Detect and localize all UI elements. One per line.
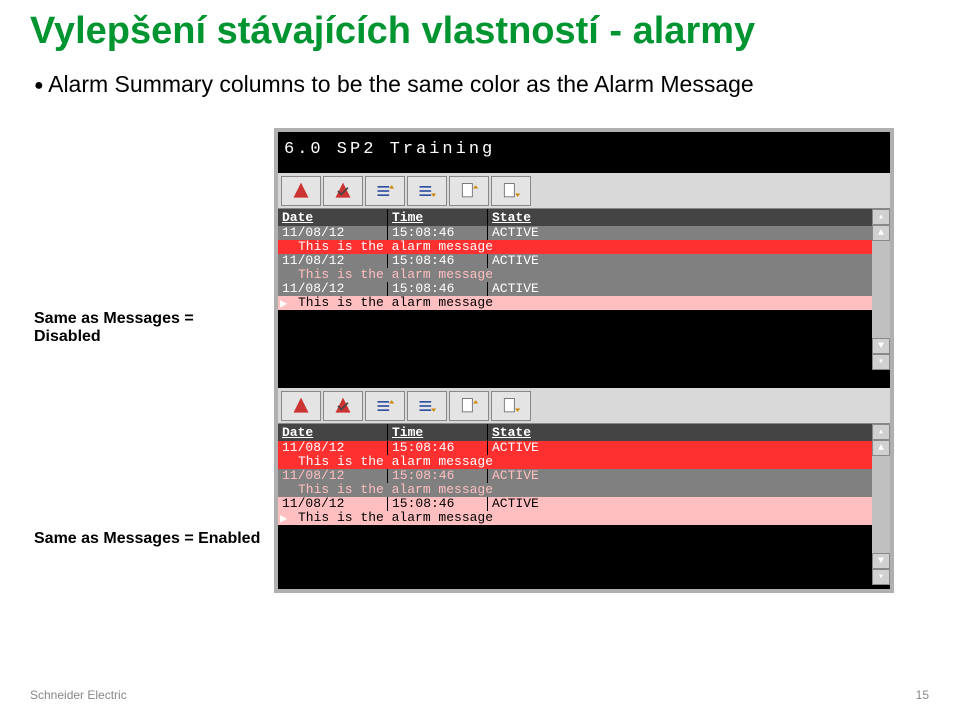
- alarm-message: This is the alarm message: [278, 296, 890, 310]
- empty-area: [278, 525, 890, 585]
- page-up-icon[interactable]: [449, 176, 489, 206]
- page-title: Vylepšení stávajících vlastností - alarm…: [30, 10, 929, 53]
- cell-time: 15:08:46: [388, 441, 488, 455]
- cell-state: ACTIVE: [488, 226, 890, 240]
- footer-page: 15: [916, 688, 929, 702]
- table-row[interactable]: 11/08/1215:08:46ACTIVE: [278, 469, 890, 483]
- col-state: State: [488, 209, 890, 226]
- table-row[interactable]: 11/08/1215:08:46ACTIVE: [278, 441, 890, 455]
- col-time: Time: [388, 209, 488, 226]
- empty-area: [278, 310, 890, 370]
- col-date: Date: [278, 424, 388, 441]
- terminal-title: 6.0 SP2 Training: [278, 132, 890, 173]
- cursor-icon: ▶: [280, 511, 287, 526]
- label-disabled: Same as Messages = Disabled: [34, 310, 274, 346]
- col-time: Time: [388, 424, 488, 441]
- alarm-table-enabled: Date Time State 11/08/1215:08:46ACTIVETh…: [278, 424, 890, 585]
- footer-company: Schneider Electric: [30, 688, 127, 702]
- cell-date: 11/08/12: [278, 497, 388, 511]
- cell-time: 15:08:46: [388, 469, 488, 483]
- col-state: State: [488, 424, 890, 441]
- list-up-icon[interactable]: [365, 391, 405, 421]
- cell-date: 11/08/12: [278, 441, 388, 455]
- alarm-message: This is the alarm message: [278, 240, 890, 254]
- table-row[interactable]: 11/08/1215:08:46ACTIVE: [278, 226, 890, 240]
- alarm-message: This is the alarm message: [278, 455, 890, 469]
- cursor-icon: ▶: [280, 296, 287, 311]
- cell-state: ACTIVE: [488, 254, 890, 268]
- toolbar-enabled: [278, 388, 890, 424]
- cell-state: ACTIVE: [488, 469, 890, 483]
- scroll-top-icon[interactable]: ▴: [872, 424, 890, 440]
- cell-time: 15:08:46: [388, 497, 488, 511]
- scrollbar[interactable]: ▴ ▲ ▼ ▾: [872, 209, 890, 370]
- cell-state: ACTIVE: [488, 282, 890, 296]
- scroll-bottom-icon[interactable]: ▾: [872, 569, 890, 585]
- table-header: Date Time State: [278, 424, 890, 441]
- toolbar-disabled: [278, 173, 890, 209]
- alarm-message: This is the alarm message: [278, 268, 890, 282]
- bell-ack-icon[interactable]: [323, 391, 363, 421]
- list-down-icon[interactable]: [407, 176, 447, 206]
- bell-ack-icon[interactable]: [323, 176, 363, 206]
- cell-time: 15:08:46: [388, 226, 488, 240]
- cell-date: 11/08/12: [278, 469, 388, 483]
- page-down-icon[interactable]: [491, 176, 531, 206]
- cell-date: 11/08/12: [278, 282, 388, 296]
- table-row[interactable]: 11/08/1215:08:46ACTIVE: [278, 254, 890, 268]
- bullet-text: Alarm Summary columns to be the same col…: [34, 71, 929, 98]
- list-down-icon[interactable]: [407, 391, 447, 421]
- alarm-message: This is the alarm message: [278, 483, 890, 497]
- page-up-icon[interactable]: [449, 391, 489, 421]
- scroll-bottom-icon[interactable]: ▾: [872, 354, 890, 370]
- scroll-up-icon[interactable]: ▲: [872, 440, 890, 456]
- scroll-top-icon[interactable]: ▴: [872, 209, 890, 225]
- scroll-down-icon[interactable]: ▼: [872, 338, 890, 354]
- table-row[interactable]: 11/08/1215:08:46ACTIVE: [278, 497, 890, 511]
- terminal-window: 6.0 SP2 Training Date Time State 11/08/1…: [274, 128, 894, 593]
- scroll-down-icon[interactable]: ▼: [872, 553, 890, 569]
- list-up-icon[interactable]: [365, 176, 405, 206]
- label-enabled: Same as Messages = Enabled: [34, 530, 274, 548]
- alarm-message: This is the alarm message: [278, 511, 890, 525]
- cell-time: 15:08:46: [388, 282, 488, 296]
- alarm-table-disabled: Date Time State 11/08/1215:08:46ACTIVETh…: [278, 209, 890, 370]
- col-date: Date: [278, 209, 388, 226]
- scrollbar[interactable]: ▴ ▲ ▼ ▾: [872, 424, 890, 585]
- table-row[interactable]: 11/08/1215:08:46ACTIVE: [278, 282, 890, 296]
- cell-state: ACTIVE: [488, 441, 890, 455]
- cell-date: 11/08/12: [278, 254, 388, 268]
- bell-unack-icon[interactable]: [281, 176, 321, 206]
- cell-state: ACTIVE: [488, 497, 890, 511]
- scroll-up-icon[interactable]: ▲: [872, 225, 890, 241]
- cell-time: 15:08:46: [388, 254, 488, 268]
- page-down-icon[interactable]: [491, 391, 531, 421]
- bell-unack-icon[interactable]: [281, 391, 321, 421]
- table-header: Date Time State: [278, 209, 890, 226]
- cell-date: 11/08/12: [278, 226, 388, 240]
